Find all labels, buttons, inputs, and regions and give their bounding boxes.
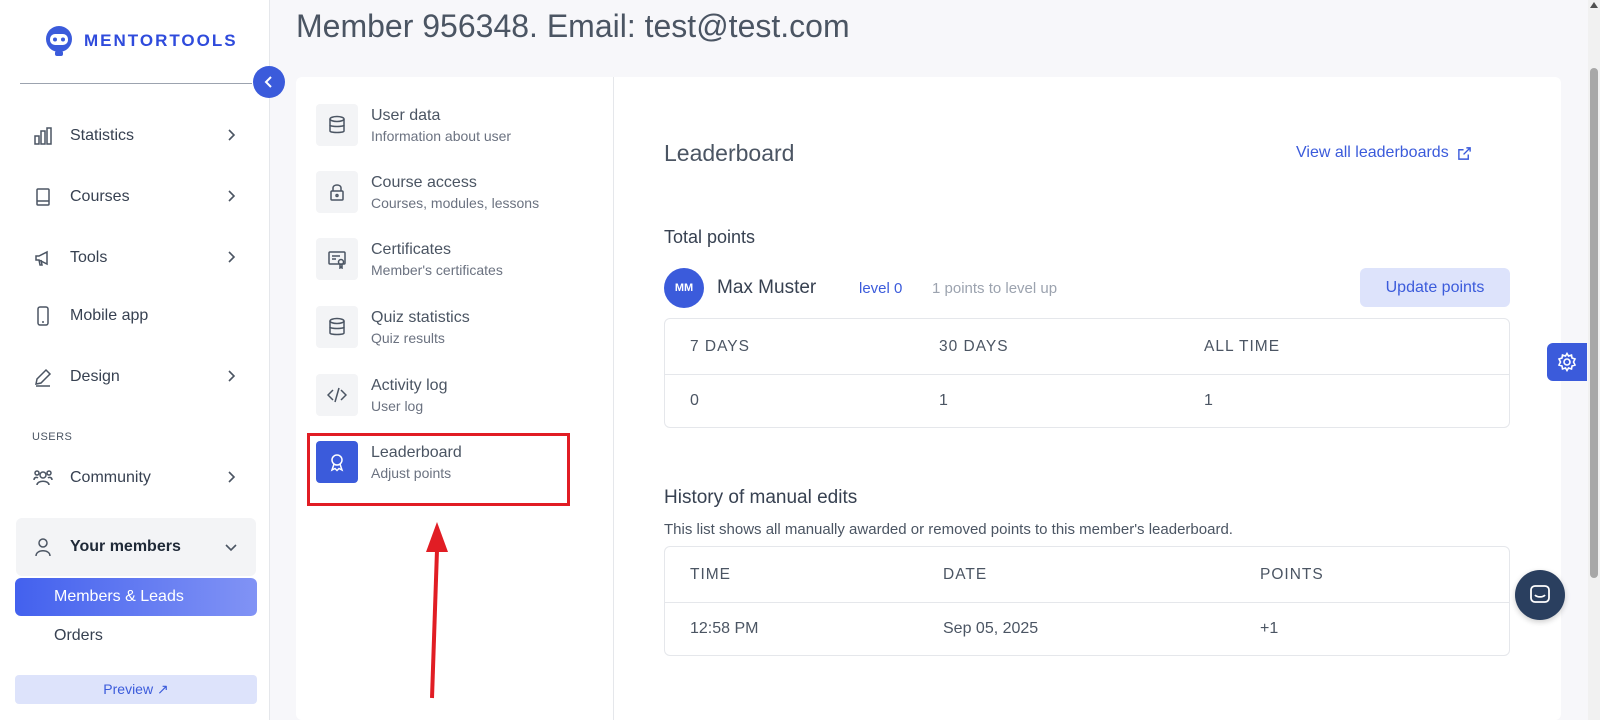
sidebar-item-label: Design <box>70 368 120 385</box>
column-header: POINTS <box>1260 565 1324 583</box>
gear-icon <box>1557 352 1577 372</box>
menu-item-title: Course access <box>371 173 477 191</box>
sidebar: MENTORTOOLS Statistics Courses Tools Mob… <box>0 0 270 720</box>
view-all-leaderboards-link[interactable]: View all leaderboards <box>1296 144 1472 162</box>
avatar: MM <box>664 268 704 308</box>
page-title: Member 956348. Email: test@test.com <box>296 8 850 44</box>
menu-item-certificates[interactable]: Certificates Member's certificates <box>316 231 566 287</box>
points-to-level-up: 1 points to level up <box>932 280 1058 297</box>
menu-item-title: Quiz statistics <box>371 308 470 326</box>
sidebar-subitem-members-leads[interactable]: Members & Leads <box>15 578 257 616</box>
external-link-icon <box>1457 146 1471 160</box>
mobile-icon <box>32 305 54 327</box>
sidebar-item-tools[interactable]: Tools <box>16 236 256 280</box>
menu-item-subtitle: Information about user <box>371 127 512 144</box>
table-cell: +1 <box>1260 620 1279 637</box>
table-header-row: TIME DATE POINTS <box>665 547 1509 603</box>
sidebar-item-label: Courses <box>70 188 130 205</box>
sidebar-item-mobile-app[interactable]: Mobile app <box>16 294 256 338</box>
sidebar-item-label: Mobile app <box>70 307 149 324</box>
sidebar-item-statistics[interactable]: Statistics <box>16 114 256 158</box>
brand-logo[interactable]: MENTORTOOLS <box>42 24 238 58</box>
menu-item-title: Activity log <box>371 376 448 394</box>
menu-item-user-data[interactable]: User data Information about user <box>316 97 566 153</box>
chevron-right-icon <box>228 190 236 202</box>
sidebar-item-label: Statistics <box>70 127 135 144</box>
chevron-right-icon <box>228 471 236 483</box>
section-label-users: USERS <box>32 431 73 443</box>
sidebar-item-label: Tools <box>70 249 108 266</box>
settings-button[interactable] <box>1547 343 1587 381</box>
column-header: ALL TIME <box>1204 337 1281 355</box>
history-title: History of manual edits <box>664 487 858 508</box>
chevron-right-icon <box>228 129 236 141</box>
sidebar-item-your-members[interactable]: Your members <box>16 518 256 576</box>
preview-button[interactable]: Preview ↗ <box>15 675 257 704</box>
annotation-arrow-icon <box>426 522 448 699</box>
bar-chart-icon <box>32 125 54 147</box>
history-table: TIME DATE POINTS 12:58 PM Sep 05, 2025 +… <box>664 546 1510 656</box>
leaderboard-panel: Leaderboard View all leaderboards Total … <box>614 77 1561 720</box>
chevron-left-icon <box>264 76 272 88</box>
chevron-down-icon <box>225 544 237 552</box>
scrollbar-thumb[interactable] <box>1590 68 1598 578</box>
people-icon <box>32 467 54 489</box>
user-icon <box>32 536 54 558</box>
chevron-right-icon <box>228 370 236 382</box>
menu-item-subtitle: Quiz results <box>371 329 445 346</box>
menu-item-subtitle: User log <box>371 397 424 414</box>
chat-launcher-button[interactable] <box>1515 570 1565 620</box>
robot-logo-icon <box>46 26 72 56</box>
sidebar-item-label: Your members <box>70 538 181 555</box>
lock-icon <box>316 171 358 213</box>
page-scrollbar[interactable] <box>1588 0 1600 720</box>
sidebar-item-label: Community <box>70 469 151 486</box>
collapse-sidebar-button[interactable] <box>253 66 285 98</box>
menu-item-subtitle: Member's certificates <box>371 261 503 278</box>
menu-item-title: Certificates <box>371 240 452 258</box>
member-name: Max Muster <box>717 277 817 298</box>
table-row: 0 1 1 <box>665 375 1509 427</box>
menu-item-subtitle: Courses, modules, lessons <box>371 194 540 211</box>
member-level[interactable]: level 0 <box>859 280 902 297</box>
menu-item-quiz-statistics[interactable]: Quiz statistics Quiz results <box>316 299 566 355</box>
menu-item-course-access[interactable]: Course access Courses, modules, lessons <box>316 164 566 220</box>
column-header: 7 DAYS <box>690 337 750 355</box>
column-header: DATE <box>943 565 988 583</box>
menu-item-activity-log[interactable]: Activity log User log <box>316 367 566 423</box>
database-icon <box>316 104 358 146</box>
view-all-label: View all leaderboards <box>1296 144 1449 161</box>
sidebar-item-design[interactable]: Design <box>16 355 256 399</box>
brand-name: MENTORTOOLS <box>84 31 238 50</box>
database-icon <box>316 306 358 348</box>
annotation-highlight-box <box>307 433 570 506</box>
sidebar-item-courses[interactable]: Courses <box>16 175 256 219</box>
points-table: 7 DAYS 30 DAYS ALL TIME 0 1 1 <box>664 318 1510 428</box>
scroll-up-icon[interactable] <box>1590 2 1598 8</box>
chat-icon <box>1530 585 1550 603</box>
table-cell: Sep 05, 2025 <box>943 620 1039 637</box>
chevron-right-icon <box>228 251 236 263</box>
code-icon <box>316 374 358 416</box>
sidebar-divider <box>20 83 252 84</box>
column-header: TIME <box>690 565 732 583</box>
pencil-icon <box>32 366 54 388</box>
table-cell: 0 <box>690 392 699 409</box>
total-points-label: Total points <box>664 227 756 247</box>
column-header: 30 DAYS <box>939 337 1009 355</box>
sidebar-item-community[interactable]: Community <box>16 456 256 500</box>
table-header-row: 7 DAYS 30 DAYS ALL TIME <box>665 319 1509 375</box>
update-points-button[interactable]: Update points <box>1360 268 1510 307</box>
megaphone-icon <box>32 247 54 269</box>
history-description: This list shows all manually awarded or … <box>664 521 1233 538</box>
sidebar-subitem-orders[interactable]: Orders <box>15 617 257 655</box>
certificate-icon <box>316 238 358 280</box>
table-cell: 1 <box>939 392 948 409</box>
table-cell: 1 <box>1204 392 1213 409</box>
table-row: 12:58 PM Sep 05, 2025 +1 <box>665 603 1509 655</box>
leaderboard-title: Leaderboard <box>664 140 795 166</box>
menu-item-title: User data <box>371 106 441 124</box>
table-cell: 12:58 PM <box>690 620 759 637</box>
book-icon <box>32 186 54 208</box>
